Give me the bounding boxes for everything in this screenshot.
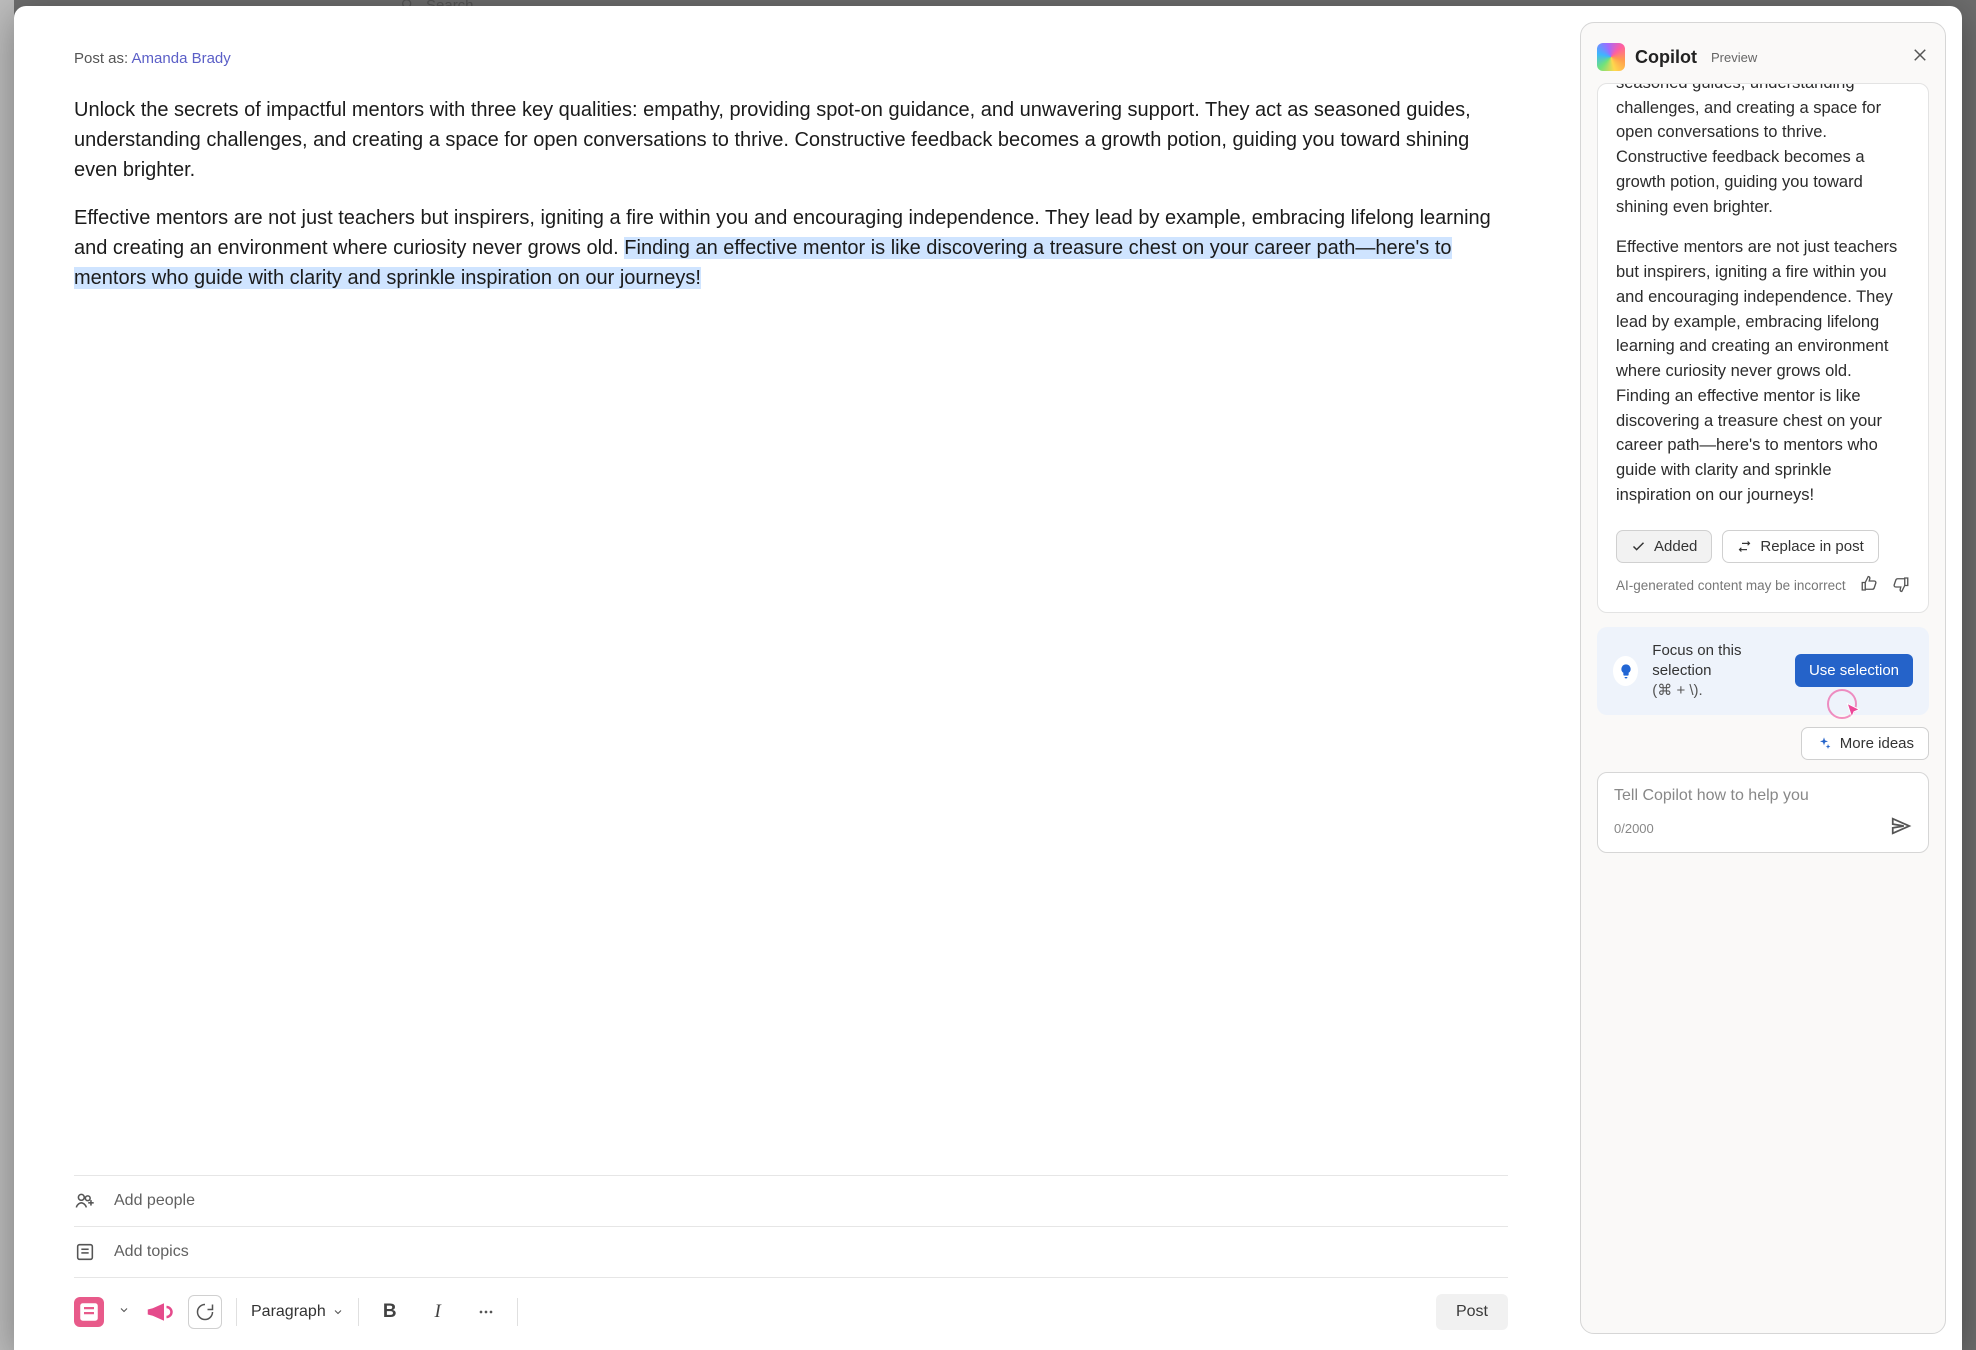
copilot-disclaimer-row: AI-generated content may be incorrect [1616,575,1910,596]
replace-in-post-button[interactable]: Replace in post [1722,530,1878,563]
format-toolbar: Paragraph B I Post [74,1277,1508,1330]
thumbs-up-icon[interactable] [1860,575,1878,596]
char-count: 0/2000 [1614,821,1654,836]
copilot-actions: Added Replace in post [1616,530,1910,563]
background-gutter [0,0,14,1350]
post-body[interactable]: Unlock the secrets of impactful mentors … [74,95,1508,311]
add-topics-label: Add topics [114,1243,189,1261]
post-button[interactable]: Post [1436,1294,1508,1330]
close-icon[interactable] [1911,46,1929,69]
chevron-down-icon[interactable] [118,1303,130,1321]
more-ideas-button[interactable]: More ideas [1801,727,1929,760]
announcement-icon[interactable] [144,1297,174,1327]
people-icon [74,1190,96,1212]
paragraph-style-dropdown[interactable]: Paragraph [251,1303,344,1321]
copilot-message: unwavering support. They act as seasoned… [1597,83,1929,613]
copilot-logo-icon [1597,43,1625,71]
add-people-label: Add people [114,1192,195,1210]
post-as-author[interactable]: Amanda Brady [132,50,231,67]
bold-button[interactable]: B [373,1295,407,1329]
copilot-card: Copilot Preview unwavering support. They… [1580,22,1946,1334]
send-icon[interactable] [1890,815,1912,842]
post-paragraph-2: Effective mentors are not just teachers … [74,203,1508,293]
loop-component-button[interactable] [188,1295,222,1329]
copilot-title: Copilot [1635,47,1697,68]
selection-line2: (⌘ + \). [1652,681,1781,701]
copilot-message-text: unwavering support. They act as seasoned… [1616,83,1910,524]
copilot-preview-badge: Preview [1711,50,1757,65]
copilot-header: Copilot Preview [1597,43,1929,71]
selection-suggestion: Focus on this selection (⌘ + \). Use sel… [1597,627,1929,716]
post-paragraph-1: Unlock the secrets of impactful mentors … [74,95,1508,185]
cursor-indicator [1827,689,1857,719]
more-ideas-label: More ideas [1840,735,1914,752]
toolbar-separator [517,1298,518,1326]
add-people-row[interactable]: Add people [74,1175,1508,1226]
replace-label: Replace in post [1760,538,1863,555]
selection-line1: Focus on this selection [1652,641,1781,682]
copilot-pane: Copilot Preview unwavering support. They… [1564,6,1962,1350]
added-label: Added [1654,538,1697,555]
editor-pane: Post as: Amanda Brady Unlock the secrets… [14,6,1564,1350]
copilot-input[interactable]: Tell Copilot how to help you 0/2000 [1597,772,1929,853]
italic-button[interactable]: I [421,1295,455,1329]
added-button[interactable]: Added [1616,530,1712,563]
copilot-msg-p1: unwavering support. They act as seasoned… [1616,83,1910,219]
paragraph-label: Paragraph [251,1303,326,1321]
topics-icon [74,1241,96,1263]
copilot-disclaimer: AI-generated content may be incorrect [1616,578,1846,593]
more-formatting-button[interactable] [469,1295,503,1329]
copilot-msg-p2: Effective mentors are not just teachers … [1616,235,1910,507]
lightbulb-icon [1613,656,1638,686]
use-selection-button[interactable]: Use selection [1795,654,1913,687]
toolbar-separator [358,1298,359,1326]
toolbar-separator [236,1298,237,1326]
thumbs-down-icon[interactable] [1892,575,1910,596]
copilot-input-placeholder: Tell Copilot how to help you [1614,787,1912,805]
add-topics-row[interactable]: Add topics [74,1226,1508,1277]
post-as-label: Post as: [74,50,128,67]
selection-text: Focus on this selection (⌘ + \). [1652,641,1781,702]
compose-modal: Post as: Amanda Brady Unlock the secrets… [14,6,1962,1350]
post-as-row: Post as: Amanda Brady [74,50,1508,67]
post-type-badge[interactable] [74,1297,104,1327]
